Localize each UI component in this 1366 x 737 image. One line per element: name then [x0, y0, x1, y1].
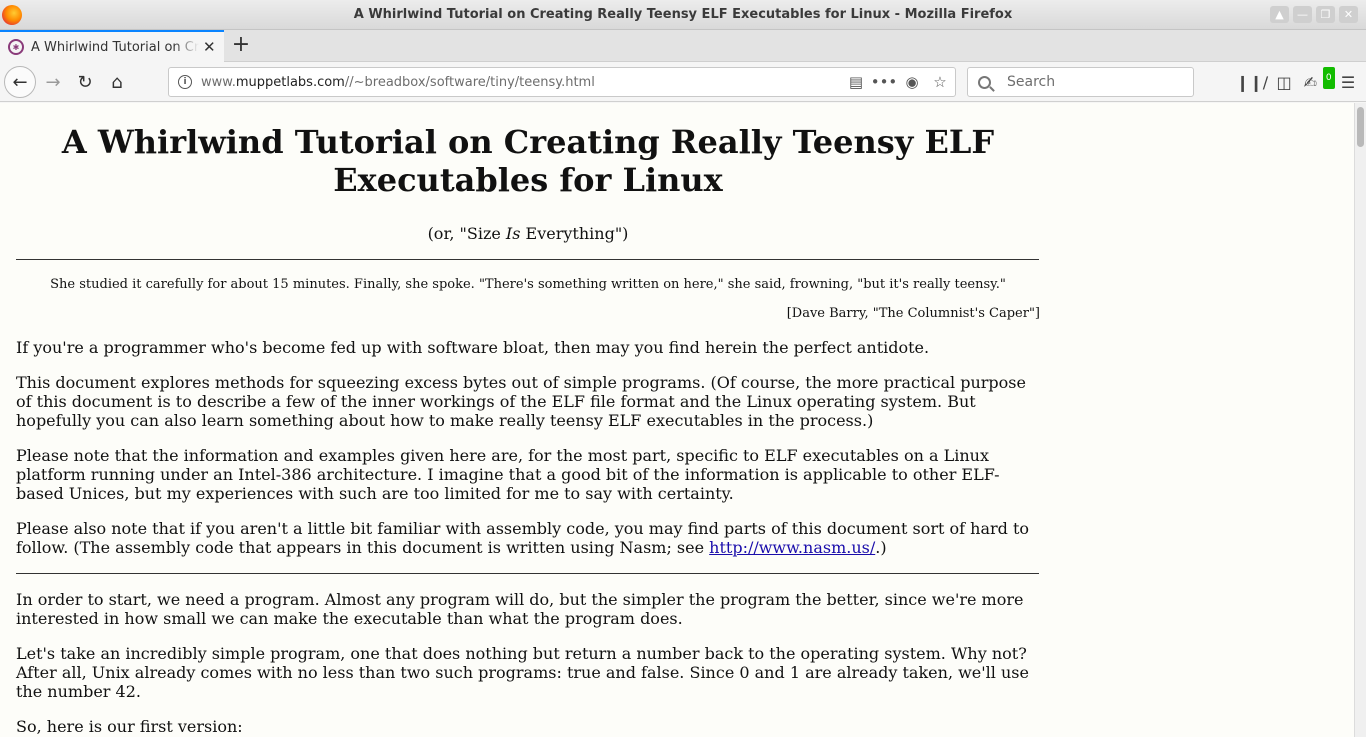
divider-2 [16, 573, 1039, 574]
close-window-button[interactable]: ✕ [1339, 6, 1358, 23]
window-up-icon[interactable]: ▲ [1270, 6, 1289, 23]
scrollbar-thumb[interactable] [1357, 107, 1364, 147]
forward-button[interactable]: → [38, 67, 68, 97]
bookmark-star-icon[interactable]: ☆ [931, 72, 949, 92]
url-prefix: www. [201, 74, 236, 90]
search-icon [978, 75, 991, 89]
search-bar[interactable] [967, 67, 1194, 97]
vertical-scrollbar[interactable] [1354, 103, 1366, 737]
page-title: A Whirlwind Tutorial on Creating Really … [61, 123, 995, 199]
epigraph-quote: She studied it carefully for about 15 mi… [50, 277, 1006, 292]
reader-view-icon[interactable]: ▤ [847, 72, 865, 92]
search-input[interactable] [1005, 73, 1185, 91]
subtitle-suffix: Everything") [520, 224, 629, 243]
site-info-icon[interactable]: i [178, 75, 192, 89]
paragraph-assembly-note: Please also note that if you aren't a li… [16, 519, 1040, 557]
new-tab-button[interactable]: + [230, 34, 252, 56]
pocket-icon[interactable]: ◉ [903, 72, 921, 92]
window-title: A Whirlwind Tutorial on Creating Really … [353, 7, 1013, 22]
site-favicon-icon: ✱ [8, 39, 24, 55]
extension-icon[interactable]: ✍ 0 [1303, 67, 1335, 93]
close-tab-icon[interactable]: ✕ [203, 38, 216, 56]
back-button[interactable]: ← [4, 66, 36, 98]
tab-active[interactable]: ✱ A Whirlwind Tutorial on Creating Reall… [0, 30, 224, 62]
paragraph-platform-note: Please note that the information and exa… [16, 446, 1000, 503]
tab-label: A Whirlwind Tutorial on Creating Really … [31, 39, 199, 55]
paragraph-start: In order to start, we need a program. Al… [16, 590, 1024, 628]
url-text[interactable]: www.muppetlabs.com//~breadbox/software/t… [201, 75, 595, 90]
tab-strip: ✱ A Whirlwind Tutorial on Creating Reall… [0, 30, 1366, 62]
restore-button[interactable]: ❐ [1316, 6, 1335, 23]
window-titlebar: A Whirlwind Tutorial on Creating Really … [0, 0, 1366, 30]
extension-badge: 0 [1322, 67, 1335, 89]
url-path: //~breadbox/software/tiny/teensy.html [344, 74, 595, 90]
menu-hamburger-icon[interactable]: ☰ [1338, 71, 1358, 93]
toolbar-icons: ❙❙∕ ◫ ✍ 0 ☰ [1236, 67, 1358, 93]
epigraph-attribution: [Dave Barry, "The Columnist's Caper"] [786, 306, 1040, 321]
paragraph-purpose: This document explores methods for squee… [16, 373, 1026, 430]
minimize-button[interactable]: — [1293, 6, 1312, 23]
divider [16, 259, 1039, 260]
page-actions-icon[interactable]: ••• [871, 72, 898, 92]
page-content[interactable]: A Whirlwind Tutorial on Creating Really … [0, 103, 1354, 737]
document-body: A Whirlwind Tutorial on Creating Really … [16, 103, 1040, 736]
nasm-link[interactable]: http://www.nasm.us/ [709, 538, 875, 557]
p4-text-after: .) [875, 538, 887, 557]
url-actions: ▤ ••• ◉ ☆ [847, 72, 949, 92]
reload-button[interactable]: ↻ [70, 67, 100, 97]
subtitle-emphasis: Is [505, 224, 521, 243]
url-bar[interactable]: i www.muppetlabs.com//~breadbox/software… [168, 67, 956, 97]
subtitle-prefix: (or, "Size [427, 224, 506, 243]
paragraph-first-version: So, here is our first version: [16, 717, 243, 736]
home-button[interactable]: ⌂ [102, 67, 132, 97]
navigation-toolbar: ← → ↻ ⌂ i www.muppetlabs.com//~breadbox/… [0, 62, 1366, 102]
page-subtitle: (or, "Size Is Everything") [16, 224, 1040, 243]
paragraph-intro: If you're a programmer who's become fed … [16, 338, 930, 357]
sidebar-icon[interactable]: ◫ [1274, 71, 1294, 93]
paragraph-simple-program: Let's take an incredibly simple program,… [16, 644, 1029, 701]
url-domain: muppetlabs.com [235, 74, 345, 90]
window-controls: ▲ — ❐ ✕ [1270, 6, 1358, 23]
library-icon[interactable]: ❙❙∕ [1236, 71, 1268, 93]
